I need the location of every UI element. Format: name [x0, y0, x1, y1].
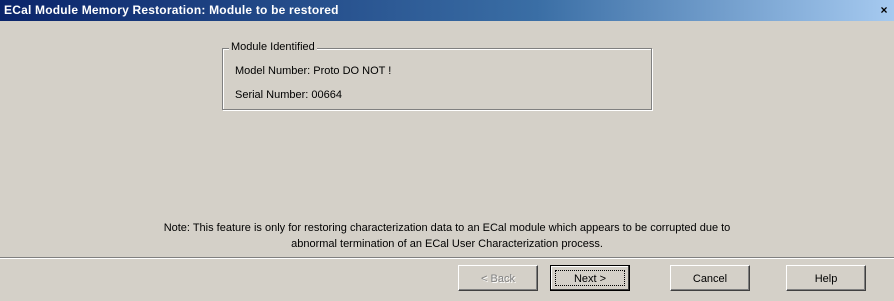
title-bar[interactable]: ECal Module Memory Restoration: Module t…	[0, 0, 894, 21]
next-button[interactable]: Next >	[550, 265, 630, 291]
group-title: Module Identified	[229, 41, 317, 53]
model-number-text: Model Number: Proto DO NOT !	[235, 65, 392, 77]
back-button[interactable]: < Back	[458, 265, 538, 291]
button-separator	[0, 257, 894, 259]
close-icon[interactable]: ×	[876, 2, 892, 18]
next-button-label: Next >	[555, 270, 625, 286]
note-text: Note: This feature is only for restoring…	[0, 220, 894, 252]
note-line-1: Note: This feature is only for restoring…	[163, 222, 731, 234]
module-identified-group: Module Identified Model Number: Proto DO…	[222, 41, 652, 110]
help-button[interactable]: Help	[786, 265, 866, 291]
window-title: ECal Module Memory Restoration: Module t…	[4, 3, 339, 17]
serial-number-text: Serial Number: 00664	[235, 89, 343, 101]
note-line-2: abnormal termination of an ECal User Cha…	[291, 238, 603, 250]
cancel-button[interactable]: Cancel	[670, 265, 750, 291]
